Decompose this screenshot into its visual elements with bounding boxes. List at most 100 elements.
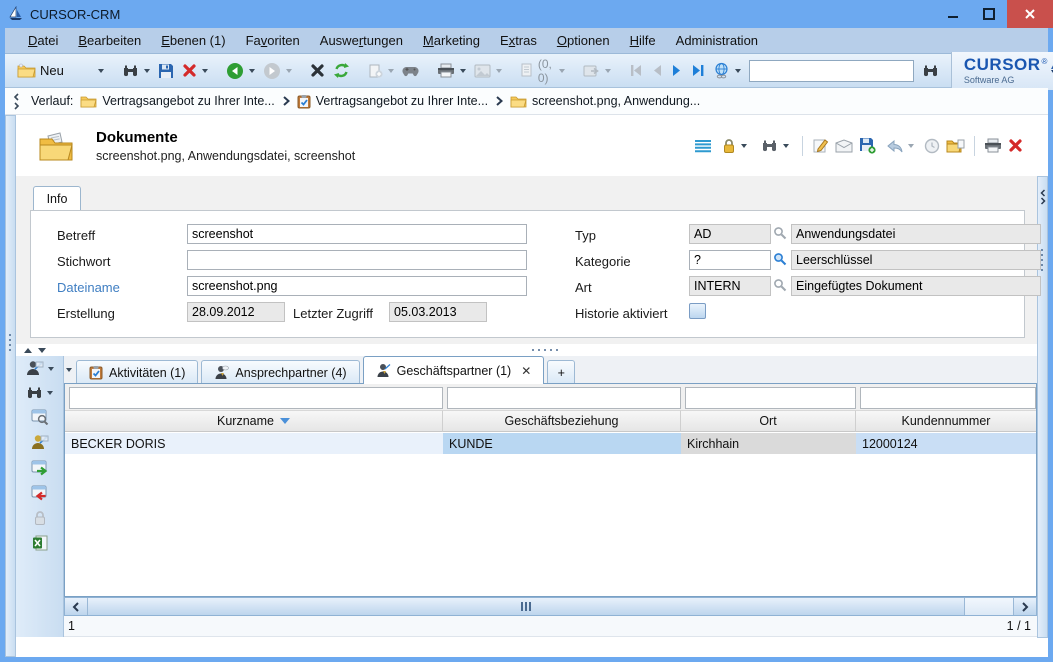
right-collapse-icon[interactable] (1039, 189, 1047, 205)
kategorie-lookup-icon[interactable] (773, 252, 787, 266)
image-button[interactable] (470, 61, 506, 81)
new-button[interactable]: Neu (13, 60, 108, 81)
tab-ansprechpartner[interactable]: Ansprechpartner (4) (201, 360, 359, 384)
kategorie-key-input[interactable] (689, 250, 771, 270)
quick-search-input[interactable] (749, 60, 914, 82)
right-splitter-strip[interactable] (1037, 176, 1048, 638)
assign-button[interactable] (31, 460, 49, 476)
column-header-kurzname[interactable]: Kurzname (65, 410, 443, 432)
table-cell-kurzname[interactable]: BECKER DORIS (65, 433, 443, 454)
nav-first-button[interactable] (625, 61, 647, 80)
minimize-button[interactable] (935, 3, 971, 25)
menu-optionen[interactable]: Optionen (548, 29, 619, 52)
history-item-1[interactable]: Vertragsangebot zu Ihrer Inte... (80, 94, 274, 108)
send-mail-button[interactable] (835, 139, 853, 153)
table-cell-kundennummer[interactable]: 12000124 (856, 433, 1036, 454)
history-item-3[interactable]: screenshot.png, Anwendung... (510, 94, 700, 108)
paste-dropdown-icon[interactable] (388, 69, 394, 73)
history-collapse-icon[interactable] (13, 93, 20, 110)
paste-document-button[interactable] (364, 60, 398, 82)
forward-button[interactable] (259, 59, 296, 83)
menu-marketing[interactable]: Marketing (414, 29, 489, 52)
scroll-left-button[interactable] (65, 598, 88, 615)
tab-geschaeftspartner[interactable]: Geschäftspartner (1) ✕ (363, 356, 545, 384)
delete-button[interactable] (178, 60, 212, 81)
menu-favoriten[interactable]: Favoriten (237, 29, 309, 52)
horizontal-splitter[interactable] (16, 344, 1037, 356)
menu-hamburger-icon[interactable] (694, 139, 712, 153)
print-button[interactable] (433, 60, 470, 81)
menu-administration[interactable]: Administration (667, 29, 767, 52)
menu-auswertungen[interactable]: Auswertungen (311, 29, 412, 52)
dateiname-input[interactable] (187, 276, 527, 296)
nav-next-button[interactable] (667, 61, 687, 80)
filter-input-kurzname[interactable] (69, 387, 443, 409)
nav-last-button[interactable] (687, 61, 709, 80)
tab-close-icon[interactable]: ✕ (521, 364, 531, 378)
reply-button[interactable] (882, 136, 918, 156)
image-dropdown-icon[interactable] (496, 69, 502, 73)
search-button[interactable] (118, 61, 154, 81)
reply-dropdown-icon[interactable] (908, 144, 914, 148)
refresh-button[interactable] (329, 59, 354, 82)
side-search-button[interactable] (26, 386, 53, 400)
record-print-button[interactable] (984, 138, 1002, 153)
side-search-dropdown-icon[interactable] (47, 391, 53, 395)
export-dropdown-icon[interactable] (605, 69, 611, 73)
stichwort-input[interactable] (187, 250, 527, 270)
scrollbar-thumb[interactable] (88, 598, 964, 615)
scrollbar-page-area[interactable] (964, 598, 1013, 615)
lock-button[interactable] (718, 135, 751, 157)
maximize-button[interactable] (971, 3, 1007, 25)
betreff-input[interactable] (187, 224, 527, 244)
table-cell-geschaeftsbeziehung[interactable]: KUNDE (443, 433, 681, 454)
filter-input-kundennummer[interactable] (860, 387, 1036, 409)
column-header-kundennummer[interactable]: Kundennummer (856, 410, 1036, 432)
selection-counter-button[interactable]: (0, 0) (516, 54, 569, 88)
menu-datei[interactable]: Datei (19, 29, 67, 52)
excel-export-button[interactable] (32, 535, 48, 551)
counter-dropdown-icon[interactable] (559, 69, 565, 73)
delete-dropdown-icon[interactable] (202, 69, 208, 73)
menu-hilfe[interactable]: Hilfe (621, 29, 665, 52)
print-dropdown-icon[interactable] (460, 69, 466, 73)
record-search-dropdown-icon[interactable] (783, 144, 789, 148)
menu-extras[interactable]: Extras (491, 29, 546, 52)
tab-aktivitaeten[interactable]: Aktivitäten (1) (76, 360, 198, 384)
tab-info[interactable]: Info (33, 186, 81, 211)
back-dropdown-icon[interactable] (249, 69, 255, 73)
lock-dropdown-icon[interactable] (741, 144, 747, 148)
menu-bearbeiten[interactable]: Bearbeiten (69, 29, 150, 52)
global-search-button[interactable] (709, 59, 745, 82)
scroll-right-button[interactable] (1013, 598, 1036, 615)
table-cell-ort[interactable]: Kirchhain (681, 433, 856, 454)
unassign-button[interactable] (31, 485, 49, 501)
dateiname-link-label[interactable]: Dateiname (57, 280, 120, 295)
filter-input-ort[interactable] (685, 387, 856, 409)
history-clock-button[interactable] (924, 138, 940, 154)
gamepad-button[interactable] (398, 62, 423, 80)
splitter-collapse-down-icon[interactable] (38, 348, 46, 353)
art-lookup-icon[interactable] (773, 278, 787, 292)
horizontal-scrollbar[interactable] (64, 597, 1037, 616)
close-button[interactable] (1007, 0, 1053, 28)
global-search-dropdown-icon[interactable] (735, 69, 741, 73)
nav-prev-button[interactable] (647, 61, 667, 80)
record-search-button[interactable] (757, 136, 793, 156)
save-button[interactable] (154, 60, 178, 82)
column-header-geschaeftsbeziehung[interactable]: Geschäftsbeziehung (443, 410, 681, 432)
history-item-2[interactable]: Vertragsangebot zu Ihrer Inte... (297, 94, 488, 109)
tab-list-dropdown-icon[interactable] (66, 368, 72, 372)
new-dropdown-icon[interactable] (98, 69, 104, 73)
back-button[interactable] (222, 59, 259, 83)
export-button[interactable] (579, 61, 615, 81)
search-dropdown-icon[interactable] (144, 69, 150, 73)
historie-aktiviert-checkbox[interactable] (689, 303, 706, 319)
forward-dropdown-icon[interactable] (286, 69, 292, 73)
save-as-button[interactable] (859, 137, 876, 154)
filter-input-geschaeftsbeziehung[interactable] (447, 387, 681, 409)
column-header-ort[interactable]: Ort (681, 410, 856, 432)
partner-chart-dropdown-icon[interactable] (48, 367, 54, 371)
typ-lookup-icon[interactable] (773, 226, 787, 240)
quick-search-go-button[interactable] (918, 61, 943, 81)
